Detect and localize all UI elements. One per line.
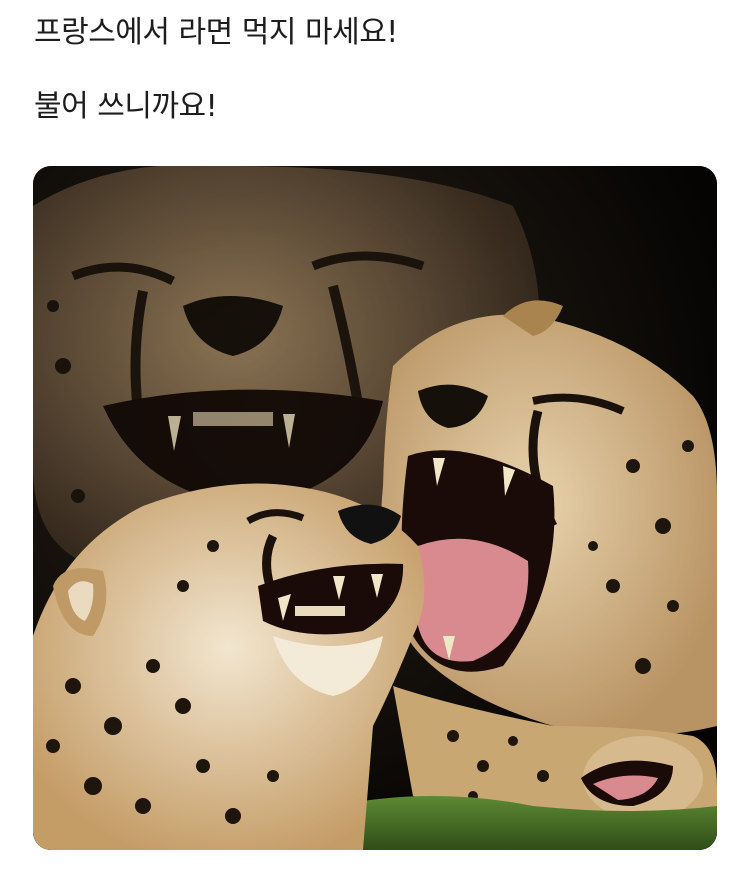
cheetah-photo[interactable] [33, 166, 717, 850]
post-line-1: 프랑스에서 라면 먹지 마세요! [34, 15, 398, 50]
post-text: 프랑스에서 라면 먹지 마세요! 불어 쓰니까요! [34, 14, 724, 126]
cheetah-photo-illustration [33, 166, 717, 850]
post-line-2: 불어 쓰니까요! [34, 89, 218, 124]
